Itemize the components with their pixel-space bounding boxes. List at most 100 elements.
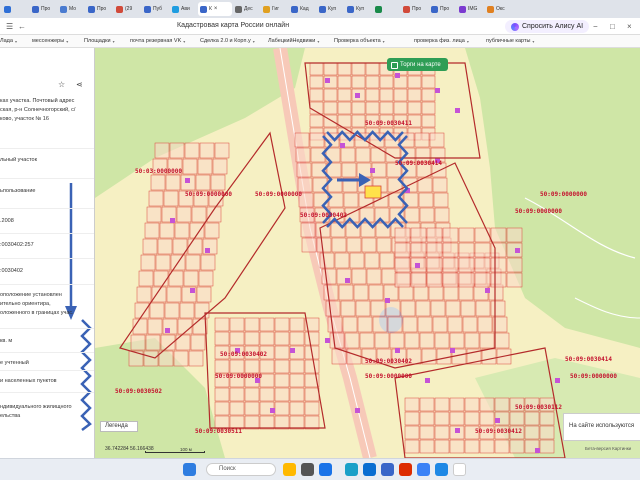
bookmark-label: мессенжеры (32, 38, 65, 44)
land-parcel (361, 237, 377, 253)
land-parcel (474, 272, 491, 288)
panel-field-text: и населенных пунктов (0, 378, 57, 384)
land-parcel (229, 331, 245, 346)
browser-tab[interactable]: Про (401, 2, 428, 16)
office-icon[interactable] (399, 463, 412, 476)
land-parcel (366, 268, 382, 285)
yandex-browser-icon[interactable] (453, 463, 466, 476)
browser-tab[interactable]: Кад (289, 2, 316, 16)
land-parcel (479, 411, 495, 426)
alice-button[interactable]: Спросить Алису AI (505, 20, 590, 33)
browser-tab[interactable]: Пуб (142, 2, 169, 16)
land-parcel (419, 207, 435, 223)
browser-tab[interactable]: Гиг (261, 2, 288, 16)
browser-tab[interactable]: Куп (345, 2, 372, 16)
building-marker (495, 418, 500, 423)
land-parcel (415, 300, 431, 317)
explorer-icon[interactable] (283, 463, 296, 476)
bookmark-folder[interactable]: Проверка объекта ▾ (334, 38, 385, 44)
bookmark-folder[interactable]: публичные карты ▾ (486, 38, 534, 44)
browser-tab[interactable]: (29 (114, 2, 141, 16)
building-marker (345, 278, 350, 283)
word-icon[interactable] (381, 463, 394, 476)
back-icon[interactable]: ← (18, 22, 26, 31)
browser-tab[interactable]: Окс (485, 2, 512, 16)
app-icon[interactable] (319, 463, 332, 476)
land-parcel (334, 252, 350, 269)
land-parcel (449, 439, 465, 454)
browser-tab[interactable]: К × (198, 2, 232, 16)
land-parcel (309, 88, 324, 102)
land-parcel (419, 397, 435, 412)
bookmark-folder[interactable]: мессенжеры ▾ (32, 38, 68, 44)
address-bar[interactable]: ☰ ← Кадастровая карта России онлайн Спро… (0, 18, 640, 35)
land-parcel (289, 373, 305, 388)
browser-tab[interactable]: Про (86, 2, 113, 16)
land-parcel (173, 350, 189, 367)
browser-tab[interactable]: Дес (233, 2, 260, 16)
panel-divider (0, 258, 94, 259)
legend-button[interactable]: Легенда (100, 421, 138, 432)
panel-divider (0, 233, 94, 234)
bookmark-folder[interactable]: Лада ▾ (0, 38, 17, 44)
land-parcel (421, 114, 436, 128)
land-parcel (475, 300, 491, 317)
building-marker (205, 248, 210, 253)
land-parcel (200, 254, 216, 271)
browser-tab[interactable] (2, 2, 29, 16)
browser-tab[interactable] (373, 2, 400, 16)
browser-tab[interactable]: Мо (58, 2, 85, 16)
land-parcel (464, 332, 480, 349)
bookmark-folder[interactable]: почта резервная VK ▾ (130, 38, 185, 44)
land-parcel (434, 439, 450, 454)
tab-label: Мо (69, 6, 77, 12)
land-parcel (393, 88, 408, 102)
browser-tab[interactable]: Про (429, 2, 456, 16)
tab-label: Окс (496, 6, 505, 12)
start-icon[interactable] (183, 463, 196, 476)
map-canvas[interactable] (95, 48, 640, 458)
browser-tab[interactable]: Ави (170, 2, 197, 16)
map-footer-links[interactable]: Бета-версия Картинки (585, 446, 631, 451)
browser-tab[interactable]: Куп (317, 2, 344, 16)
bookmark-label: почта резервная VK (130, 38, 182, 44)
land-parcel (434, 332, 450, 349)
land-parcel (175, 334, 191, 351)
edge-icon[interactable] (345, 463, 358, 476)
menu-icon[interactable]: ☰ (6, 22, 13, 31)
maximize-icon[interactable]: □ (610, 22, 615, 31)
land-parcel (474, 227, 491, 243)
bookmark-folder[interactable]: Сделка 2.0 и Корп.у ▾ (200, 38, 255, 44)
land-parcel (331, 237, 347, 253)
taskbar-search[interactable]: Поиск (206, 463, 276, 476)
taskview-icon[interactable] (301, 463, 314, 476)
tab-close-icon[interactable]: × (214, 6, 218, 12)
land-parcel (393, 101, 408, 115)
torgi-on-map-button[interactable]: Торги на карте (387, 58, 448, 71)
mail-icon[interactable] (363, 463, 376, 476)
land-parcel (353, 284, 369, 301)
bookmark-label: Лада (0, 38, 13, 44)
store-icon[interactable] (417, 463, 430, 476)
land-parcel (145, 334, 161, 351)
close-window-icon[interactable]: × (627, 22, 632, 31)
page-title: Кадастровая карта России онлайн (177, 22, 290, 29)
minimize-icon[interactable]: − (593, 22, 598, 31)
browser-tab[interactable]: Про (30, 2, 57, 16)
bookmark-folder[interactable]: Площадки ▾ (84, 38, 115, 44)
land-parcel (289, 359, 305, 374)
tab-favicon-icon (88, 5, 95, 13)
land-parcel (434, 207, 450, 223)
app2-icon[interactable] (435, 463, 448, 476)
tab-favicon-icon (116, 5, 123, 13)
land-parcel (274, 345, 290, 360)
land-parcel (337, 88, 352, 102)
bookmark-folder[interactable]: ЛабецкийНедвижи ▾ (268, 38, 319, 44)
browser-tab[interactable]: IMG (457, 2, 484, 16)
bookmark-label: проверка физ. лица (414, 38, 465, 44)
bookmark-folder[interactable]: проверка физ. лица ▾ (414, 38, 469, 44)
cadastral-map[interactable]: 50:09:0030411 50:09:0030414 50:03:0000000 5… (95, 48, 640, 458)
land-parcel (274, 373, 290, 388)
land-parcel (342, 316, 358, 333)
land-parcel (374, 332, 390, 349)
